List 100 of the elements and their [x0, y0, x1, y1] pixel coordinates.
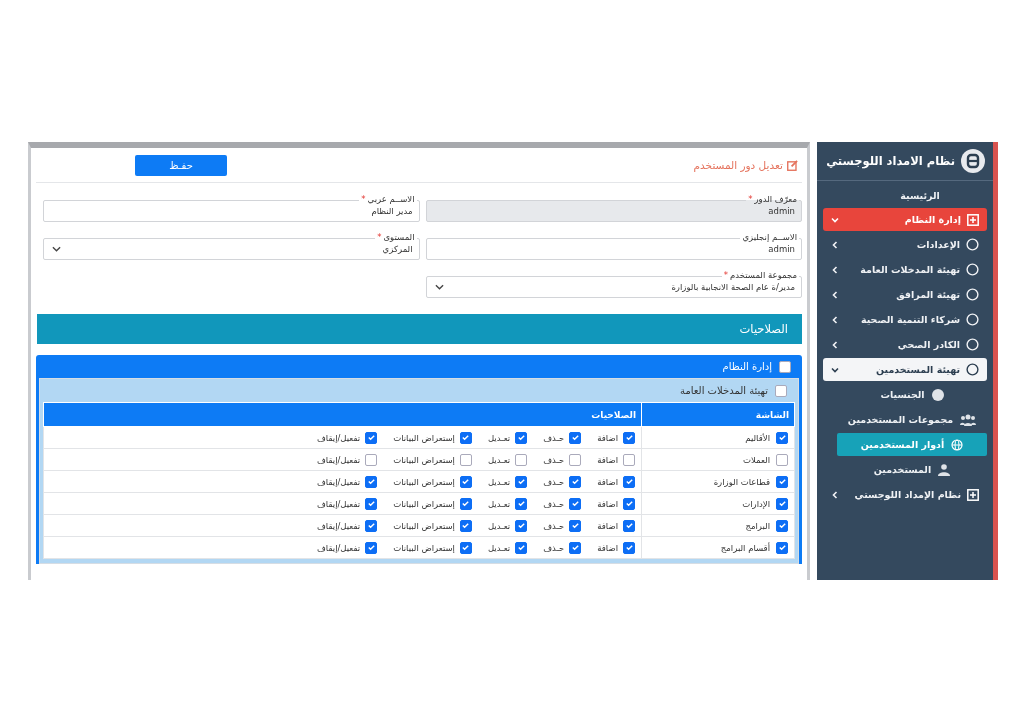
page-title: تعديل دور المستخدم	[693, 159, 798, 171]
chevron-icon	[831, 340, 839, 349]
checkbox[interactable]	[569, 497, 582, 510]
permission-label: حـذف	[543, 454, 565, 465]
checkbox[interactable]	[779, 360, 791, 373]
checkbox[interactable]	[459, 453, 472, 466]
checkbox[interactable]	[776, 541, 788, 554]
checkbox[interactable]	[365, 431, 378, 444]
permission-label: تفعيل/إيقاف	[317, 432, 361, 443]
checkbox[interactable]	[569, 453, 582, 466]
permission-label: اضافة	[597, 520, 618, 531]
checkbox[interactable]	[775, 384, 787, 397]
permission-label: إستعراض البيانات	[393, 498, 455, 509]
screen-name: أقسام البرامج	[720, 542, 770, 553]
circle-icon	[966, 313, 979, 326]
permission-label: إستعراض البيانات	[393, 454, 455, 465]
group-label: تهيئة المدخلات العامة	[680, 385, 768, 396]
sidebar-item[interactable]: الرئيسية	[847, 181, 993, 206]
permission-label: تعـديل	[487, 476, 511, 487]
caret-icon	[52, 246, 61, 252]
logo-icon	[961, 149, 985, 173]
permission-label: اضافة	[597, 498, 618, 509]
checkbox[interactable]	[365, 497, 378, 510]
checkbox[interactable]	[459, 497, 472, 510]
permission-label: تفعيل/إيقاف	[317, 520, 361, 531]
sidebar-item[interactable]: شركاء التنمية الصحية	[823, 308, 987, 331]
caret-icon	[434, 284, 444, 290]
checkbox[interactable]	[569, 431, 582, 444]
users-icon	[960, 413, 977, 426]
permission-label: اضافة	[597, 432, 618, 443]
sidebar-item[interactable]: تهيئة المستخدمين	[823, 358, 987, 381]
required-mark: *	[377, 232, 382, 242]
checkbox[interactable]	[459, 541, 472, 554]
checkbox[interactable]	[459, 519, 472, 532]
checkbox[interactable]	[459, 431, 472, 444]
checkbox[interactable]	[776, 475, 788, 488]
checkbox[interactable]	[623, 541, 635, 554]
sidebar-item[interactable]: نظام الإمداد اللوجستي	[823, 483, 987, 506]
column-header: الصلاحيات	[43, 402, 642, 427]
circle-icon	[966, 238, 979, 251]
checkbox[interactable]	[365, 453, 378, 466]
screen-name: العملات	[742, 454, 770, 465]
circle-icon	[966, 363, 979, 376]
plus-square-icon	[967, 488, 979, 501]
circle-icon	[966, 288, 979, 301]
chevron-icon	[831, 315, 839, 324]
checkbox[interactable]	[365, 519, 378, 532]
checkbox[interactable]	[776, 431, 788, 444]
sidebar-item[interactable]: تهيئة المرافق	[823, 283, 987, 306]
checkbox[interactable]	[776, 497, 788, 510]
chevron-icon	[831, 365, 839, 374]
required-mark: *	[748, 194, 753, 204]
checkbox[interactable]	[623, 519, 635, 532]
section-header: الصلاحيات	[37, 314, 802, 344]
checkbox[interactable]	[623, 431, 635, 444]
screen-name: الأقاليم	[745, 432, 770, 443]
chevron-icon	[831, 240, 839, 249]
checkbox[interactable]	[623, 475, 635, 488]
user-icon	[938, 463, 951, 476]
group-label: إدارة النظام	[722, 361, 772, 372]
permission-label: تعـديل	[487, 520, 511, 531]
checkbox[interactable]	[515, 431, 528, 444]
column-header: الشاشة	[641, 402, 795, 427]
checkbox[interactable]	[515, 497, 528, 510]
sidebar-item[interactable]: الجنسيات	[837, 383, 987, 406]
permission-label: حـذف	[543, 476, 565, 487]
checkbox[interactable]	[459, 475, 472, 488]
sidebar-item[interactable]: الكادر الصحي	[823, 333, 987, 356]
checkbox[interactable]	[623, 453, 635, 466]
checkbox[interactable]	[569, 541, 582, 554]
checkbox[interactable]	[776, 519, 788, 532]
checkbox[interactable]	[569, 475, 582, 488]
permission-label: اضافة	[597, 454, 618, 465]
permission-label: حـذف	[543, 498, 565, 509]
app-title: نظام الامداد اللوجستي	[826, 154, 955, 168]
checkbox[interactable]	[515, 453, 528, 466]
chevron-icon	[831, 215, 839, 224]
permission-label: اضافة	[597, 476, 618, 487]
permission-label: تفعيل/إيقاف	[317, 454, 361, 465]
sidebar-item[interactable]: المستخدمين	[837, 458, 987, 481]
screen-name: البرامج	[745, 520, 770, 531]
checkbox[interactable]	[569, 519, 582, 532]
checkbox[interactable]	[365, 475, 378, 488]
sidebar-item[interactable]: مجموعات المستخدمين	[837, 408, 987, 431]
checkbox[interactable]	[623, 497, 635, 510]
save-button[interactable]: حفـظ	[135, 154, 227, 176]
permission-label: تعـديل	[487, 542, 511, 553]
checkbox[interactable]	[776, 453, 788, 466]
sidebar-item[interactable]: إدارة النظام	[823, 208, 987, 231]
sidebar-item[interactable]: تهيئة المدخلات العامة	[823, 258, 987, 281]
chevron-icon	[831, 290, 839, 299]
checkbox[interactable]	[515, 475, 528, 488]
chevron-icon	[831, 265, 839, 274]
permission-label: تفعيل/إيقاف	[317, 542, 361, 553]
permission-label: حـذف	[543, 542, 565, 553]
sidebar-item[interactable]: الإعدادات	[823, 233, 987, 256]
checkbox[interactable]	[365, 541, 378, 554]
permission-label: إستعراض البيانات	[393, 476, 455, 487]
checkbox[interactable]	[515, 519, 528, 532]
checkbox[interactable]	[515, 541, 528, 554]
